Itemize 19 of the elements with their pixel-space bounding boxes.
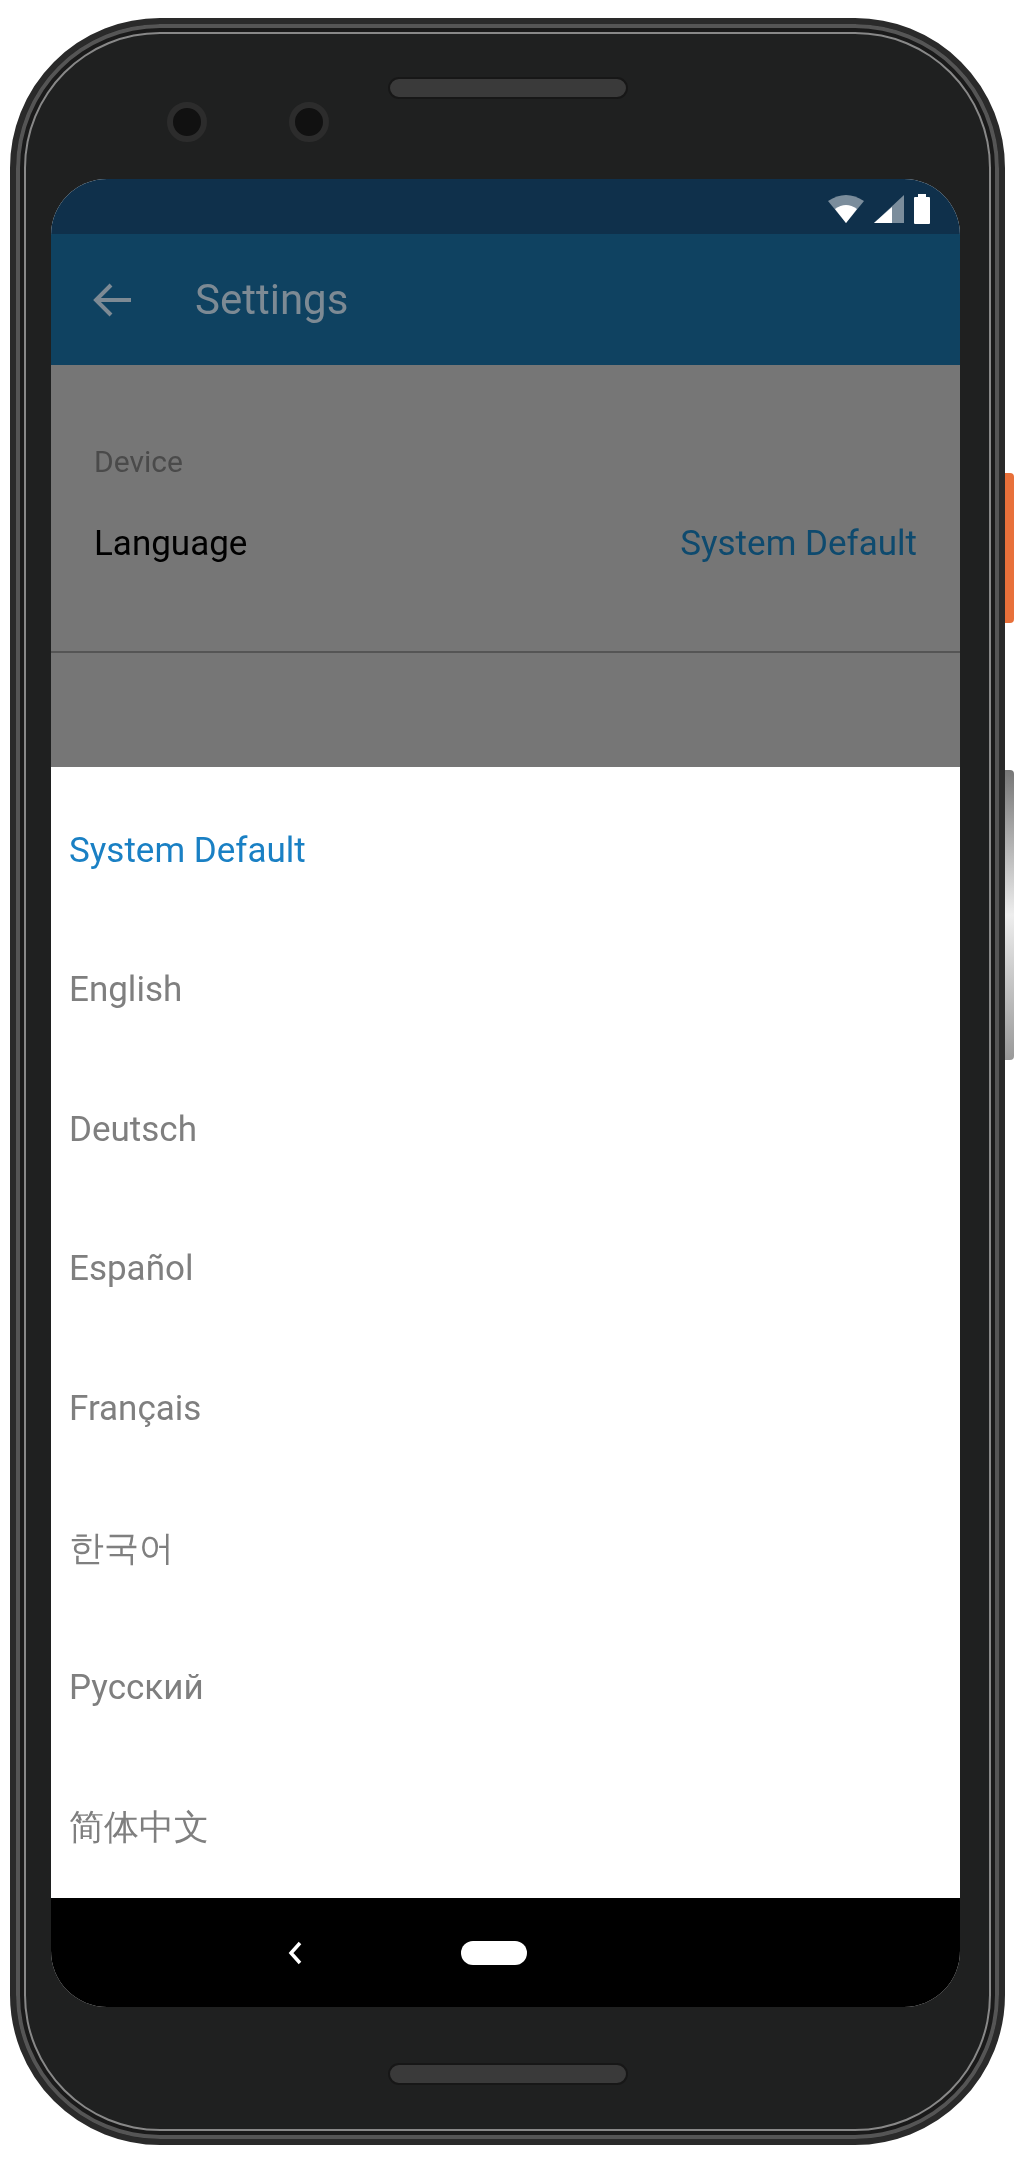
row-value: System Default xyxy=(680,522,917,566)
language-option[interactable]: System Default xyxy=(69,824,306,878)
language-option[interactable]: English xyxy=(69,964,183,1017)
battery-icon xyxy=(914,193,930,224)
row-label: Language xyxy=(94,522,248,566)
language-option[interactable]: Русский xyxy=(69,1662,204,1715)
screen-title: Settings xyxy=(195,274,349,326)
language-option[interactable]: Deutsch xyxy=(69,1103,197,1157)
language-option[interactable]: 简体中文 xyxy=(69,1801,209,1855)
language-option[interactable]: Français xyxy=(69,1383,202,1436)
back-icon[interactable] xyxy=(288,1940,302,1965)
back-arrow-icon xyxy=(93,281,133,318)
language-option[interactable]: Español xyxy=(69,1243,194,1296)
wifi-icon xyxy=(828,194,864,223)
language-row[interactable]: Language System Default xyxy=(94,518,917,571)
language-option[interactable]: 한국어 xyxy=(69,1522,174,1576)
home-button[interactable] xyxy=(461,1940,527,1965)
power-button[interactable] xyxy=(1005,770,1014,1060)
signal-icon xyxy=(874,194,904,223)
